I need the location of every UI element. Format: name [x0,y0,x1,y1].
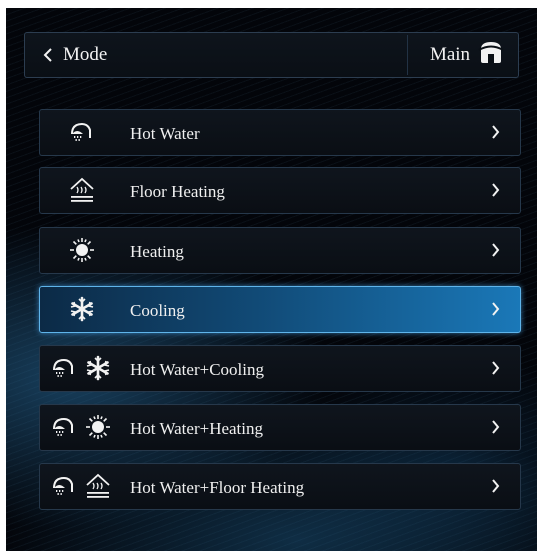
chevron-right-icon [491,478,500,498]
menu-item-label: Hot Water+Heating [130,419,264,438]
header-divider [407,35,408,75]
menu-item-label: Hot Water+Floor Heating [130,478,305,497]
chevron-right-icon [491,301,500,321]
chevron-right-icon [491,360,500,380]
menu-item[interactable]: Hot Water+Floor Heating [39,463,521,510]
menu-item-icons [40,346,130,391]
menu-item[interactable]: Hot Water+Cooling [39,345,521,392]
chevron-right-icon [491,124,500,144]
back-label: Mode [63,44,108,65]
home-icon [478,40,504,70]
menu-item-label: Hot Water [130,124,200,143]
menu-item-icons [40,287,130,332]
back-button[interactable]: Mode [25,33,145,77]
menu-item-icons [40,110,130,155]
menu-item-icons [40,464,130,509]
menu-item-label: Cooling [130,301,185,320]
menu-item-label: Heating [130,242,184,261]
menu-item-label: Hot Water+Cooling [130,360,264,379]
menu-item[interactable]: Heating [39,227,521,274]
main-button[interactable]: Main [415,33,519,77]
menu-item[interactable]: Cooling [39,286,521,333]
menu-item[interactable]: Floor Heating [39,167,521,214]
menu-item-icons [40,168,130,213]
chevron-right-icon [491,242,500,262]
menu-item-label: Floor Heating [130,182,225,201]
menu-item[interactable]: Hot Water [39,109,521,156]
chevron-right-icon [491,182,500,202]
header-bar: Mode Main [24,32,519,78]
chevron-right-icon [491,419,500,439]
menu-item[interactable]: Hot Water+Heating [39,404,521,451]
menu-item-icons [40,228,130,273]
main-label: Main [429,44,471,65]
chevron-left-icon [43,48,53,62]
menu-item-icons [40,405,130,450]
screen: Mode Main Hot Water Floor Heating Heatin… [6,8,537,551]
